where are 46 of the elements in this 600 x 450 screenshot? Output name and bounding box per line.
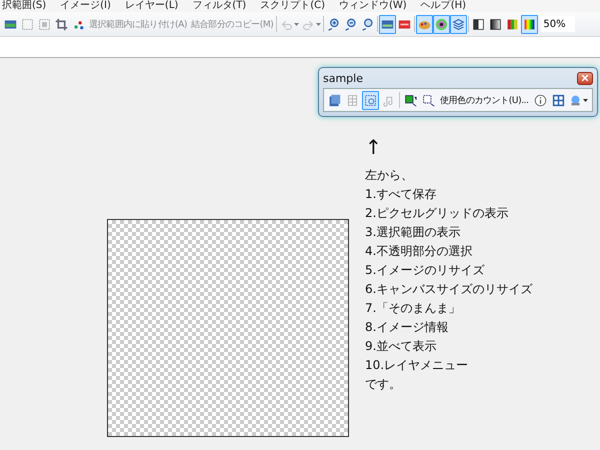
toolbar-button[interactable]: [521, 14, 538, 34]
info-icon: [534, 94, 547, 106]
note-line: 2.ピクセルグリッドの表示: [365, 205, 510, 222]
bars-icon: [506, 18, 520, 30]
note-line: です。: [365, 376, 402, 393]
dotted-square-icon: [38, 18, 51, 30]
save-icon: [328, 94, 341, 106]
resize-icon: [404, 94, 417, 106]
color-circle-icon: [435, 18, 448, 30]
dotted-square-icon: [21, 18, 34, 30]
note-line: 7.「そのまんま」: [365, 300, 462, 317]
caret-icon: [294, 22, 299, 26]
note-line: 5.イメージのリサイズ: [365, 262, 486, 279]
toolbar-button[interactable]: [433, 14, 450, 34]
menu-item[interactable]: ウィンドウ(W): [339, 0, 407, 12]
menu-item[interactable]: イメージ(I): [60, 0, 111, 12]
note-line: 3.選択範囲の表示: [365, 224, 462, 241]
dotted-square-icon: [364, 94, 377, 106]
crop-icon: [55, 18, 68, 30]
close-icon: [582, 75, 588, 81]
note-line: 左から、: [365, 167, 414, 184]
note-line: 1.すべて保存: [365, 186, 438, 203]
note-line: 9.並べて表示: [365, 338, 438, 355]
menu-item[interactable]: フィルタ(T): [192, 0, 246, 12]
zoom-field[interactable]: 50%: [541, 16, 576, 32]
rainbow-icon: [523, 18, 536, 30]
note-line: 6.キャンバスサイズのリサイズ: [365, 281, 532, 298]
grid-icon: [346, 94, 359, 106]
close-button[interactable]: [577, 72, 593, 84]
zoom-in-icon: [327, 18, 340, 30]
zoom-icon: [361, 18, 374, 30]
zoom-out-icon: [344, 18, 358, 30]
window-title: sample: [323, 72, 363, 84]
toolbar-button[interactable]: 使用色のカウント(U)...: [438, 90, 531, 110]
tile-icon: [552, 94, 565, 106]
caret-icon: [583, 98, 588, 102]
note-line: 10.レイヤメニュー: [365, 357, 470, 374]
caret-icon: [316, 22, 321, 26]
menu-item[interactable]: 択範囲(S): [2, 0, 46, 12]
gradient-icon: [489, 18, 502, 30]
note-line: 4.不透明部分の選択: [365, 243, 474, 260]
arrow-text: ↑: [365, 134, 383, 160]
half-square-icon: [472, 18, 486, 30]
menu-item[interactable]: レイヤー(L): [124, 0, 178, 12]
note-line: 8.イメージ情報: [365, 319, 450, 336]
resize-icon: [422, 94, 435, 106]
